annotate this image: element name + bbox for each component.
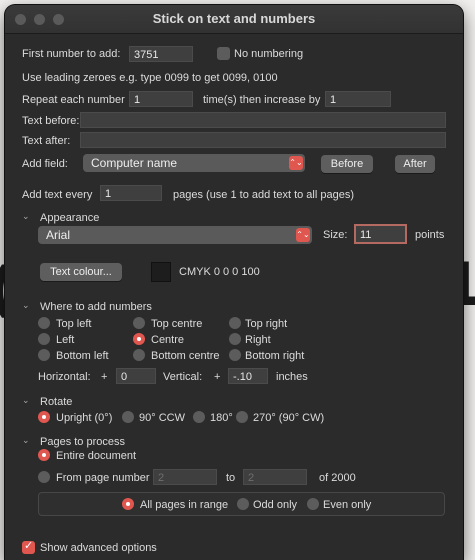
colour-value: CMYK 0 0 0 100 bbox=[179, 266, 260, 278]
radio-upright[interactable] bbox=[38, 411, 50, 423]
text-colour-button[interactable]: Text colour... bbox=[40, 263, 122, 281]
first-number-label: First number to add: bbox=[22, 48, 121, 60]
label-180: 180° bbox=[210, 412, 233, 424]
add-text-every-label: Add text every bbox=[22, 189, 93, 201]
font-select[interactable]: Arial ⌃⌄ bbox=[38, 226, 312, 244]
radio-bottom-centre[interactable] bbox=[133, 349, 145, 361]
label-right: Right bbox=[245, 334, 271, 346]
repeat-input[interactable]: 1 bbox=[129, 91, 193, 107]
offset-unit: inches bbox=[276, 371, 308, 383]
radio-all-pages[interactable] bbox=[122, 498, 134, 510]
text-after-label: Text after: bbox=[22, 135, 71, 147]
font-value: Arial bbox=[46, 228, 71, 242]
dialog-content: First number to add: 3751 No numbering U… bbox=[5, 34, 463, 560]
vertical-offset-input[interactable]: -.10 bbox=[228, 368, 268, 384]
radio-from-page[interactable] bbox=[38, 471, 50, 483]
label-upright: Upright (0°) bbox=[56, 412, 113, 424]
first-number-input[interactable]: 3751 bbox=[129, 46, 193, 62]
label-bottom-right: Bottom right bbox=[245, 350, 305, 362]
pages-chevron-icon[interactable]: ⌄ bbox=[22, 436, 30, 446]
radio-centre[interactable] bbox=[133, 333, 145, 345]
add-field-value: Computer name bbox=[91, 156, 178, 170]
radio-bottom-left[interactable] bbox=[38, 349, 50, 361]
colour-swatch[interactable] bbox=[151, 262, 171, 282]
horizontal-label: Horizontal: bbox=[38, 371, 91, 383]
label-from-page: From page number bbox=[56, 472, 150, 484]
select-stepper-icon: ⌃⌄ bbox=[289, 156, 303, 170]
add-field-select[interactable]: Computer name ⌃⌄ bbox=[83, 154, 305, 172]
rotate-header: Rotate bbox=[40, 396, 73, 408]
range-filter-group: All pages in range Odd only Even only bbox=[38, 492, 445, 516]
label-270-cw: 270° (90° CW) bbox=[253, 412, 325, 424]
add-field-label: Add field: bbox=[22, 158, 68, 170]
to-page-input[interactable]: 2 bbox=[243, 469, 307, 485]
dialog-window: Stick on text and numbers First number t… bbox=[5, 5, 463, 560]
add-text-every-input[interactable]: 1 bbox=[100, 185, 162, 201]
radio-odd-only[interactable] bbox=[237, 498, 249, 510]
label-all-pages: All pages in range bbox=[140, 499, 229, 511]
no-numbering-checkbox[interactable] bbox=[217, 47, 230, 60]
show-advanced-label: Show advanced options bbox=[40, 542, 157, 554]
label-bottom-centre: Bottom centre bbox=[151, 350, 220, 362]
size-label: Size: bbox=[323, 229, 348, 241]
radio-entire-document[interactable] bbox=[38, 449, 50, 461]
times-increase-label: time(s) then increase by bbox=[203, 94, 321, 106]
repeat-label: Repeat each number bbox=[22, 94, 125, 106]
label-entire-document: Entire document bbox=[56, 450, 137, 462]
label-top-left: Top left bbox=[56, 318, 92, 330]
show-advanced-checkbox[interactable] bbox=[22, 539, 35, 554]
insert-before-button[interactable]: Before bbox=[321, 155, 373, 173]
position-chevron-icon[interactable]: ⌄ bbox=[22, 301, 30, 311]
size-input[interactable]: 11 bbox=[354, 224, 407, 244]
text-after-input[interactable] bbox=[80, 132, 446, 148]
horizontal-offset-input[interactable]: 0 bbox=[116, 368, 156, 384]
label-90-ccw: 90° CCW bbox=[139, 412, 185, 424]
radio-even-only[interactable] bbox=[307, 498, 319, 510]
label-bottom-left: Bottom left bbox=[56, 350, 109, 362]
vertical-sign: + bbox=[214, 371, 221, 383]
label-odd-only: Odd only bbox=[253, 499, 298, 511]
to-label: to bbox=[226, 472, 236, 484]
appearance-chevron-icon[interactable]: ⌄ bbox=[22, 212, 30, 222]
page-count-label: of 2000 bbox=[319, 472, 356, 484]
leading-zeroes-hint: Use leading zeroes e.g. type 0099 to get… bbox=[22, 72, 278, 84]
label-left: Left bbox=[56, 334, 75, 346]
text-before-input[interactable] bbox=[80, 112, 446, 128]
radio-90-ccw[interactable] bbox=[122, 411, 134, 423]
radio-top-left[interactable] bbox=[38, 317, 50, 329]
position-header: Where to add numbers bbox=[40, 301, 152, 313]
label-even-only: Even only bbox=[323, 499, 372, 511]
insert-after-button[interactable]: After bbox=[395, 155, 435, 173]
horizontal-sign: + bbox=[101, 371, 108, 383]
label-centre: Centre bbox=[151, 334, 185, 346]
radio-180[interactable] bbox=[193, 411, 205, 423]
size-unit: points bbox=[415, 229, 445, 241]
window-title: Stick on text and numbers bbox=[152, 11, 316, 26]
increase-by-input[interactable]: 1 bbox=[325, 91, 391, 107]
radio-top-centre[interactable] bbox=[133, 317, 145, 329]
radio-top-right[interactable] bbox=[229, 317, 241, 329]
radio-right[interactable] bbox=[229, 333, 241, 345]
label-top-right: Top right bbox=[245, 318, 288, 330]
add-text-every-hint: pages (use 1 to add text to all pages) bbox=[173, 189, 355, 201]
rotate-chevron-icon[interactable]: ⌄ bbox=[22, 396, 30, 406]
radio-bottom-right[interactable] bbox=[229, 349, 241, 361]
appearance-header: Appearance bbox=[40, 212, 100, 224]
label-top-centre: Top centre bbox=[151, 318, 203, 330]
vertical-label: Vertical: bbox=[163, 371, 203, 383]
no-numbering-label: No numbering bbox=[234, 48, 304, 60]
text-before-label: Text before: bbox=[22, 115, 80, 127]
radio-left[interactable] bbox=[38, 333, 50, 345]
pages-header: Pages to process bbox=[40, 436, 125, 448]
from-page-input[interactable]: 2 bbox=[153, 469, 217, 485]
select-stepper-icon: ⌃⌄ bbox=[296, 228, 310, 242]
title-bar: Stick on text and numbers bbox=[5, 5, 463, 34]
radio-270-cw[interactable] bbox=[236, 411, 248, 423]
